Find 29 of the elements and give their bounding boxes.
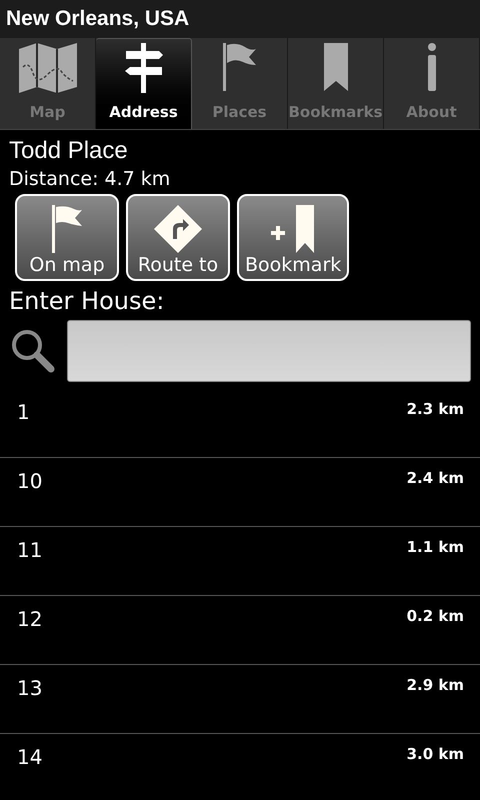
house-distance: 1.1 km [406, 537, 464, 558]
street-name: Todd Place [9, 136, 129, 166]
distance-text: Distance: 4.7 km [9, 167, 172, 192]
signpost-icon [124, 42, 164, 92]
tab[interactable]: Address [96, 38, 192, 129]
house-distance: 2.4 km [406, 468, 464, 489]
turn-sign-icon [153, 205, 203, 253]
house-number: 1 [17, 399, 30, 426]
action-button[interactable]: Bookmark [237, 194, 350, 281]
enter-house-label: Enter House: [9, 286, 166, 317]
search-icon [9, 327, 55, 375]
house-number: 11 [17, 537, 42, 564]
action-button[interactable]: On map [15, 194, 119, 281]
house-distance: 3.0 km [406, 744, 464, 765]
info-icon [426, 42, 438, 92]
window-title: New Orleans, USA [6, 6, 190, 32]
house-distance: 2.9 km [406, 675, 464, 696]
house-distance: 2.3 km [406, 399, 464, 420]
house-number: 13 [17, 675, 42, 702]
house-number: 12 [17, 606, 42, 633]
action-button[interactable]: Route to [126, 194, 230, 281]
bookmark-icon [324, 42, 348, 92]
map-icon [16, 42, 78, 92]
house-input-field[interactable] [67, 320, 471, 382]
flag-icon [50, 205, 84, 253]
house-number: 14 [17, 744, 42, 771]
house-distance: 0.2 km [406, 606, 464, 627]
house-number: 10 [17, 468, 42, 495]
flag-icon [222, 42, 256, 92]
